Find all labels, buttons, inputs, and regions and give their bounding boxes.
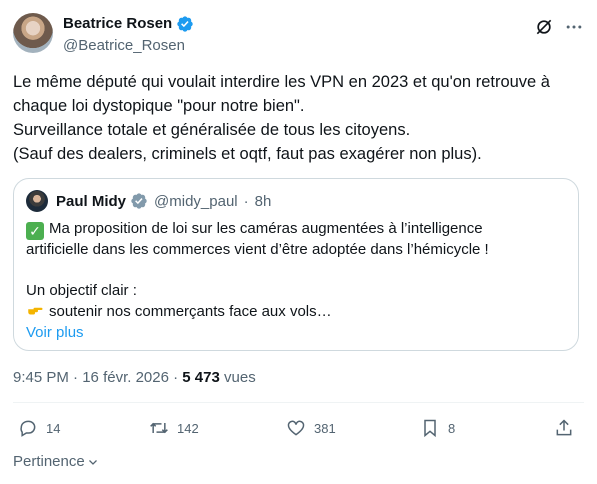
sort-label: Pertinence	[13, 453, 85, 470]
avatar[interactable]	[13, 13, 53, 53]
like-count: 381	[314, 420, 336, 436]
quoted-tweet[interactable]: Paul Midy @midy_paul · 8h ✓ Ma propositio…	[13, 178, 579, 351]
reply-count: 14	[46, 420, 61, 436]
verified-badge-icon	[131, 193, 147, 209]
quoted-line: artificielle dans les commerces vient d’…	[26, 241, 489, 258]
dot-separator: ·	[173, 369, 179, 386]
tweet-line: Surveillance totale et généralisée de to…	[13, 121, 411, 139]
quoted-avatar	[26, 190, 48, 212]
author-handle[interactable]: @Beatrice_Rosen	[63, 36, 185, 56]
dot-separator: ·	[243, 192, 249, 210]
views-label: vues	[224, 369, 256, 386]
quoted-line: soutenir nos commerçants face aux vols…	[49, 303, 332, 320]
repost-icon	[150, 422, 168, 434]
post-date[interactable]: 16 févr. 2026	[82, 369, 169, 386]
share-icon	[556, 419, 572, 436]
quoted-author-handle: @midy_paul	[154, 192, 238, 210]
tweet-meta: 9:45 PM · 16 févr. 2026 · 5 473 vues	[13, 368, 256, 388]
see-more-link[interactable]: Voir plus	[26, 323, 571, 344]
quoted-time: 8h	[254, 192, 272, 210]
heart-icon	[287, 420, 305, 436]
divider	[13, 402, 584, 403]
bookmark-icon	[424, 419, 436, 438]
like-button[interactable]: 381	[286, 418, 336, 438]
tweet-line: Le même député qui voulait interdire les…	[13, 73, 550, 91]
tweet-line: (Sauf des dealers, criminels et oqtf, fa…	[13, 145, 482, 163]
author-name[interactable]: Beatrice Rosen	[63, 14, 172, 34]
share-button[interactable]	[554, 418, 574, 438]
pointing-hand-icon	[28, 307, 43, 315]
more-options-icon[interactable]	[564, 17, 584, 37]
reply-icon	[20, 420, 36, 437]
quoted-author-name: Paul Midy	[56, 192, 127, 210]
verified-badge-icon[interactable]	[176, 15, 194, 33]
tweet-text: Le même député qui voulait interdire les…	[13, 70, 588, 166]
check-mark-icon: ✓	[26, 222, 44, 240]
author-name-row: Beatrice Rosen	[63, 14, 194, 34]
post-time[interactable]: 9:45 PM	[13, 369, 69, 386]
quoted-tweet-body: ✓ Ma proposition de loi sur les caméras a…	[26, 219, 571, 343]
tweet-line: chaque loi dystopique "pour notre bien".	[13, 97, 305, 115]
reply-button[interactable]: 14	[18, 418, 60, 438]
quoted-line: Un objectif clair :	[26, 281, 137, 299]
repost-count: 142	[177, 420, 199, 436]
quoted-tweet-header: Paul Midy @midy_paul · 8h	[26, 190, 271, 212]
tweet-header: Beatrice Rosen @Beatrice_Rosen	[13, 13, 584, 57]
dot-separator: ·	[73, 369, 79, 386]
bookmark-button[interactable]: 8	[420, 418, 455, 438]
repost-button[interactable]: 142	[149, 418, 199, 438]
chevron-down-icon	[88, 459, 97, 465]
bookmark-count: 8	[448, 420, 456, 436]
action-bar: 14 142 381 8	[13, 418, 584, 444]
sort-dropdown[interactable]: Pertinence	[13, 453, 99, 470]
grok-icon[interactable]	[534, 17, 554, 37]
quoted-line: Ma proposition de loi sur les caméras au…	[49, 220, 483, 237]
views-count: 5 473	[182, 369, 220, 386]
